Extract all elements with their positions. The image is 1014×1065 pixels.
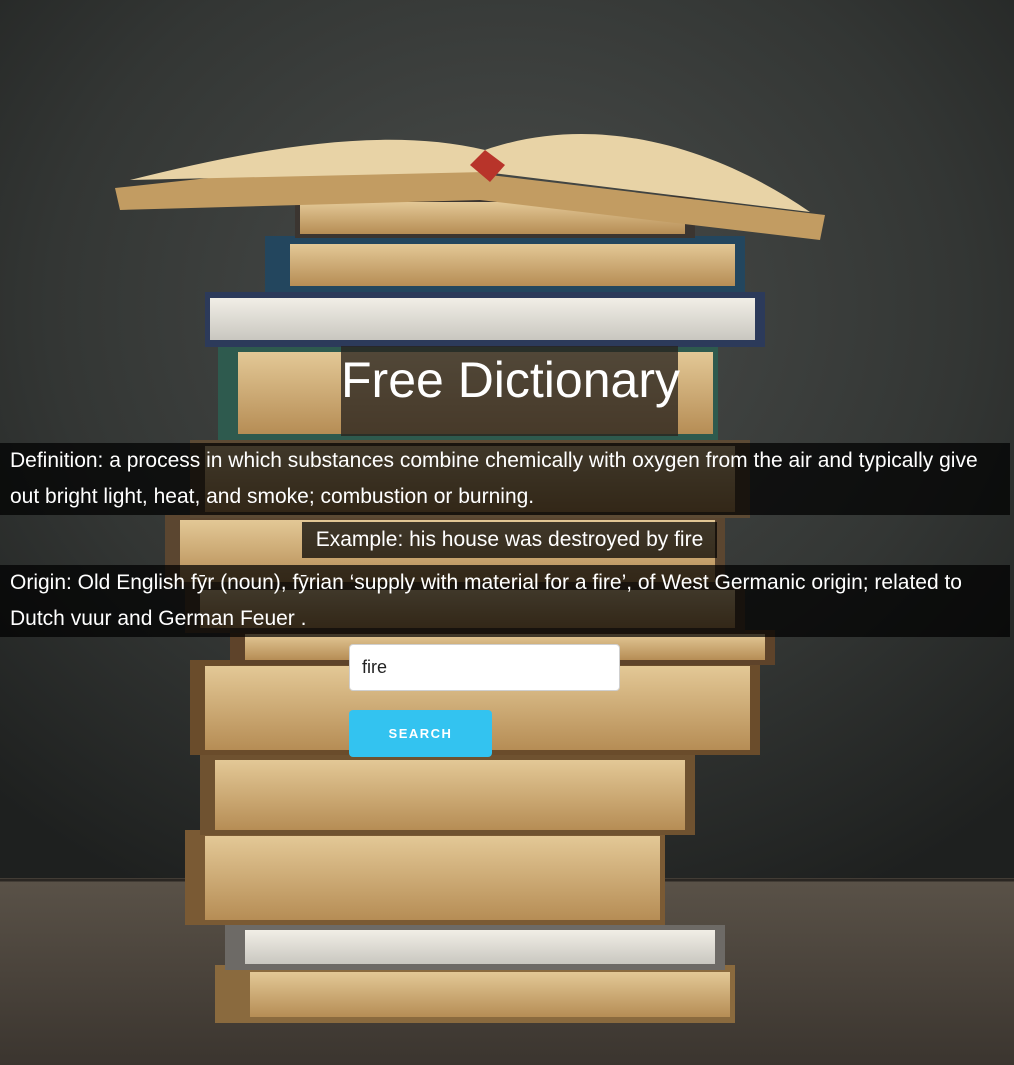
page-content: Free Dictionary Definition: a process in… bbox=[0, 0, 1014, 1065]
origin-text: Origin: Old English fȳr (noun), fȳrian ‘… bbox=[0, 565, 1010, 637]
definition-text: Definition: a process in which substance… bbox=[0, 443, 1010, 515]
search-button[interactable]: SEARCH bbox=[349, 710, 492, 757]
title-banner: Free Dictionary bbox=[341, 346, 680, 436]
example-text: Example: his house was destroyed by fire bbox=[302, 522, 717, 558]
page-title: Free Dictionary bbox=[341, 352, 680, 408]
search-input[interactable] bbox=[349, 644, 620, 691]
